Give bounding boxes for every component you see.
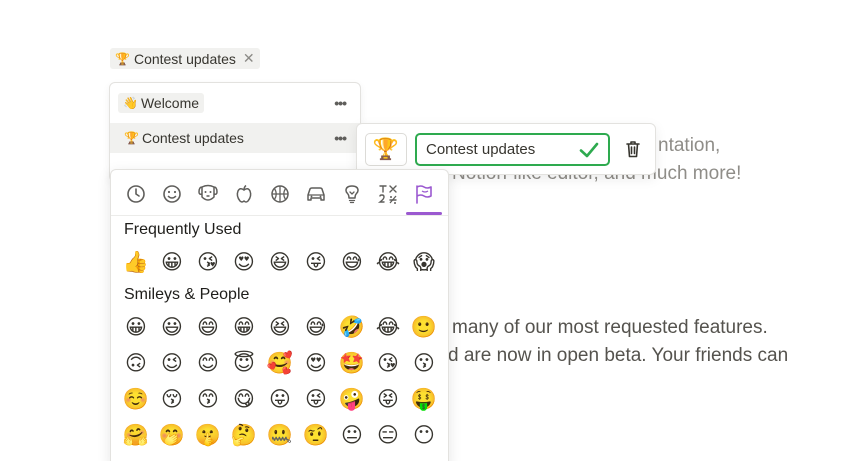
emoji-cell[interactable]: 😄 — [193, 312, 223, 342]
emoji-cell[interactable]: 😅 — [337, 247, 367, 277]
check-icon[interactable] — [578, 139, 600, 161]
emoji-button[interactable]: 🏆 — [365, 133, 407, 166]
emoji-cell[interactable]: 😐 — [337, 420, 367, 450]
rename-popup: 🏆 Contest updates — [356, 123, 656, 175]
emoji-cell[interactable]: 😁 — [229, 312, 259, 342]
emoji-cell[interactable]: 🤫 — [193, 420, 223, 450]
emoji-cell[interactable]: ☺️ — [121, 384, 151, 414]
emoji-cell[interactable]: 😍 — [301, 348, 331, 378]
emoji-cell[interactable]: 🤩 — [337, 348, 367, 378]
emoji-cell[interactable]: 🤨 — [301, 420, 331, 450]
car-icon[interactable] — [304, 182, 328, 206]
dog-icon[interactable] — [196, 182, 220, 206]
emoji-cell[interactable]: 😆 — [265, 312, 295, 342]
lightbulb-icon[interactable] — [340, 182, 364, 206]
emoji-cell[interactable]: 😋 — [229, 384, 259, 414]
emoji-cell[interactable]: 😇 — [229, 348, 259, 378]
emoji-cell[interactable]: 🤪 — [337, 384, 367, 414]
emoji-cell[interactable]: 😅 — [301, 312, 331, 342]
emoji-cell[interactable]: 🤣 — [337, 312, 367, 342]
symbols-icon[interactable] — [376, 182, 400, 206]
waving-hand-icon: 👋 — [123, 96, 138, 110]
smiley-icon[interactable] — [160, 182, 184, 206]
page-chip[interactable]: 🏆 Contest updates ✕ — [110, 48, 260, 69]
emoji-cell[interactable]: 😛 — [265, 384, 295, 414]
emoji-cell[interactable]: 😘 — [373, 348, 403, 378]
emoji-cell[interactable]: 😗 — [409, 348, 439, 378]
active-category-indicator — [406, 212, 442, 215]
flag-icon[interactable] — [412, 182, 436, 206]
emoji-cell[interactable]: 😍 — [229, 247, 259, 277]
section-title-frequently-used: Frequently Used — [124, 221, 242, 238]
page-chip-label: Contest updates — [133, 50, 236, 67]
emoji-cell[interactable]: 🤔 — [229, 420, 259, 450]
doc-text-line-3: many of our most requested features. — [452, 317, 768, 338]
menu-item-label: Welcome — [140, 95, 200, 111]
more-icon[interactable]: ••• — [334, 95, 347, 111]
menu-item-pill: 🏆 Contest updates — [118, 128, 249, 148]
emoji-cell[interactable]: 😂 — [373, 247, 403, 277]
doc-text-line-1: ntation, — [658, 135, 721, 156]
clock-icon[interactable] — [124, 182, 148, 206]
more-icon[interactable]: ••• — [334, 130, 347, 146]
emoji-cell[interactable]: 😚 — [157, 384, 187, 414]
emoji-category-bar — [111, 170, 448, 216]
menu-item-contest-updates[interactable]: 🏆 Contest updates ••• — [110, 123, 360, 153]
doc-text-line-4: d are now in open beta. Your friends can — [448, 345, 789, 366]
close-icon[interactable]: ✕ — [243, 50, 255, 67]
apple-icon[interactable] — [232, 182, 256, 206]
emoji-cell[interactable]: 🤑 — [409, 384, 439, 414]
trophy-icon: 🏆 — [115, 51, 130, 66]
page-name-input[interactable]: Contest updates — [415, 133, 610, 166]
emoji-cell[interactable]: 😀 — [157, 247, 187, 277]
emoji-cell[interactable]: 😜 — [301, 384, 331, 414]
trash-icon[interactable] — [625, 140, 641, 158]
emoji-picker: Frequently Used Smileys & People 👍 😀 😘 😍 😆 😜 😅… — [110, 169, 449, 461]
emoji-cell[interactable]: 🤭 — [157, 420, 187, 450]
emoji-cell[interactable]: 😜 — [301, 247, 331, 277]
emoji-cell[interactable]: 😂 — [373, 312, 403, 342]
emoji-cell[interactable]: 😱 — [409, 247, 439, 277]
trophy-icon: 🏆 — [124, 131, 139, 145]
emoji-cell[interactable]: 😃 — [157, 312, 187, 342]
emoji-cell[interactable]: 😑 — [373, 420, 403, 450]
basketball-icon[interactable] — [268, 182, 292, 206]
menu-item-label: Contest updates — [141, 130, 244, 146]
emoji-cell[interactable]: 😉 — [157, 348, 187, 378]
emoji-cell[interactable]: 😆 — [265, 247, 295, 277]
emoji-cell[interactable]: 😶 — [409, 420, 439, 450]
emoji-cell[interactable]: 😙 — [193, 384, 223, 414]
emoji-cell[interactable]: 🤗 — [121, 420, 151, 450]
emoji-cell[interactable]: 😘 — [193, 247, 223, 277]
emoji-cell[interactable]: 🤐 — [265, 420, 295, 450]
menu-item-pill: 👋 Welcome — [118, 93, 205, 113]
emoji-cell[interactable]: 😀 — [121, 312, 151, 342]
page-name-value: Contest updates — [426, 141, 536, 158]
page-menu: 👋 Welcome ••• 🏆 Contest updates ••• — [109, 82, 361, 182]
emoji-cell[interactable]: 👍 — [121, 247, 151, 277]
emoji-cell[interactable]: 🙃 — [121, 348, 151, 378]
menu-item-welcome[interactable]: 👋 Welcome ••• — [110, 88, 360, 118]
emoji-cell[interactable]: 🥰 — [265, 348, 295, 378]
emoji-cell[interactable]: 😝 — [373, 384, 403, 414]
emoji-cell[interactable]: 🙂 — [409, 312, 439, 342]
section-title-smileys-people: Smileys & People — [124, 286, 250, 303]
emoji-cell[interactable]: 😊 — [193, 348, 223, 378]
